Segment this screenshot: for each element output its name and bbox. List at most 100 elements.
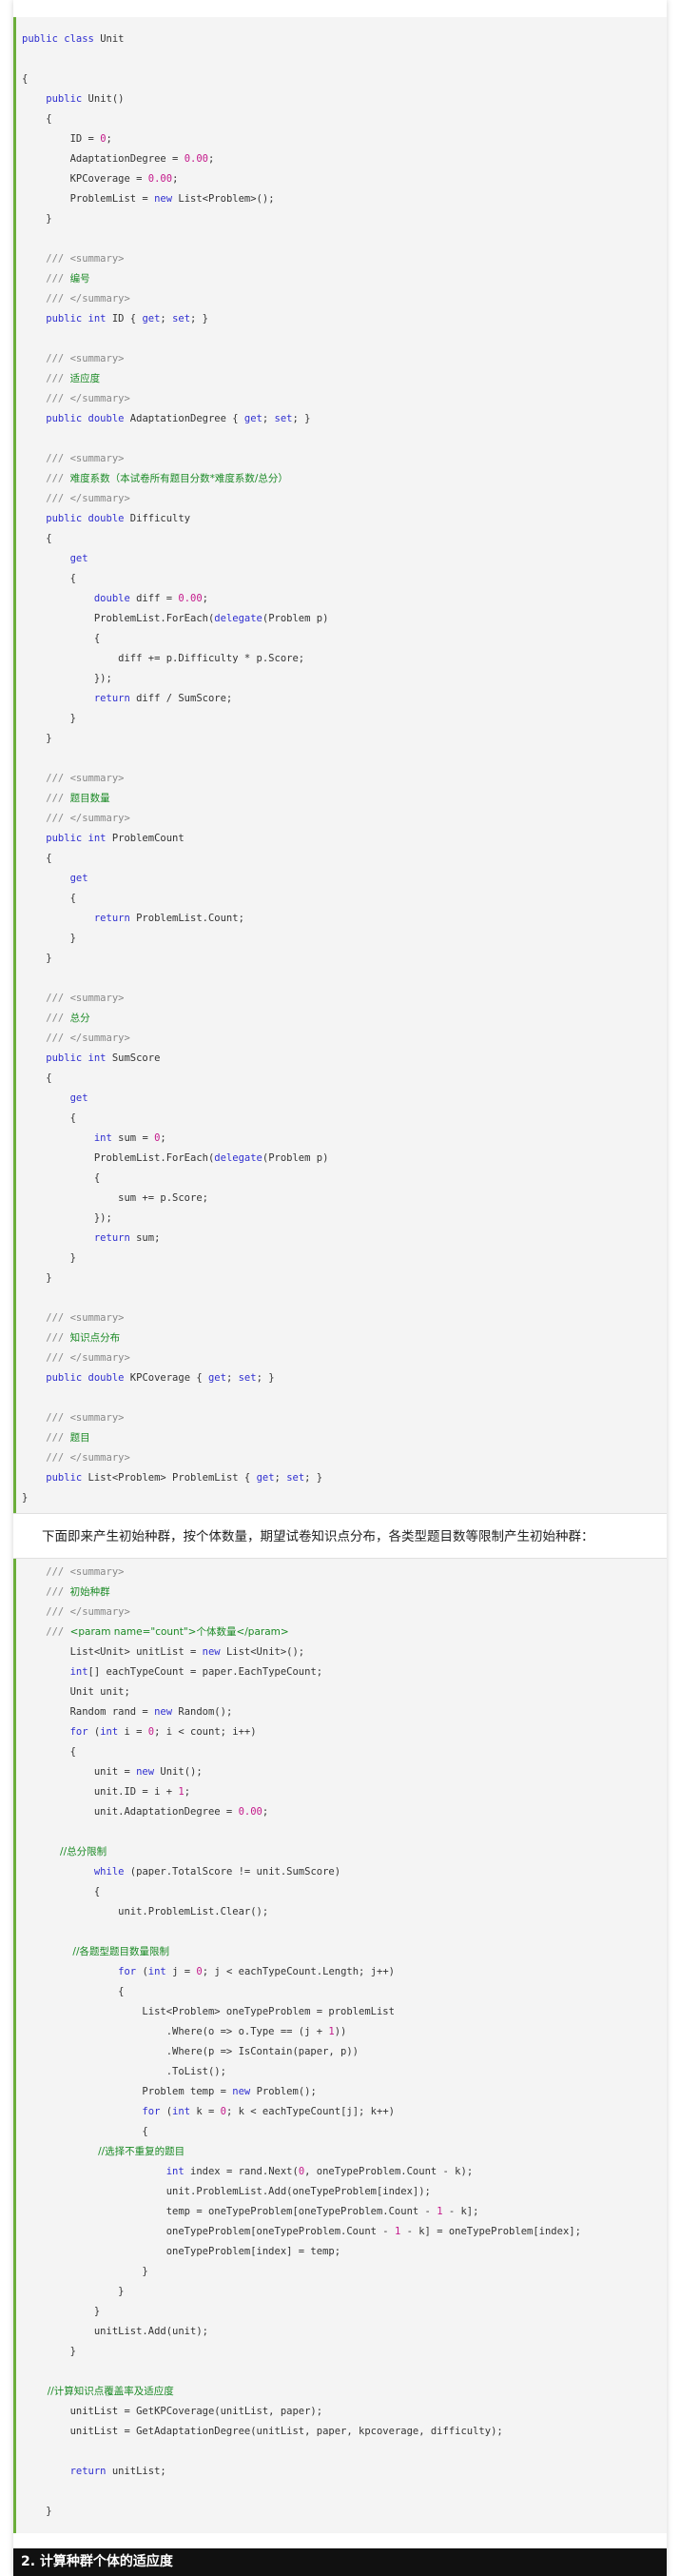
code-token: { — [22, 633, 101, 644]
code-token: <param name="count">个体数量</param> — [69, 1626, 289, 1638]
code-token: List<Problem> oneTypeProblem = problemLi… — [22, 2006, 395, 2017]
code-token: } — [22, 2346, 76, 2357]
code-line: /// </summary> — [22, 809, 130, 829]
code-line: } — [22, 929, 76, 949]
code-token: { — [22, 853, 52, 864]
code-line: public int SumScore — [22, 1049, 160, 1069]
code-token: index = rand.Next( — [190, 2166, 299, 2177]
code-line: sum += p.Score; — [22, 1189, 208, 1209]
code-token: } — [22, 2506, 52, 2517]
code-token: Random(); — [178, 1706, 233, 1718]
code-line: { — [22, 529, 52, 549]
code-line: public double Difficulty — [22, 509, 190, 529]
code-line: ProblemList = new List<Problem>(); — [22, 189, 275, 209]
code-token: /// — [22, 273, 70, 285]
code-token: for — [22, 1966, 143, 1977]
code-line: return diff / SumScore; — [22, 689, 232, 709]
code-line: public class Unit — [22, 29, 124, 49]
code-line: //选择不重复的题目 — [22, 2142, 185, 2162]
code-token: /// <summary> — [22, 1312, 125, 1324]
code-token: /// </summary> — [22, 393, 130, 404]
code-token: public — [22, 93, 88, 105]
code-token: /// </summary> — [22, 1352, 130, 1364]
code-token: ; — [225, 1372, 239, 1384]
code-line: temp = oneTypeProblem[oneTypeProblem.Cou… — [22, 2202, 479, 2222]
code-token: return — [22, 913, 137, 924]
code-token: k = — [196, 2106, 221, 2117]
code-token: new — [202, 1646, 226, 1658]
code-line: /// 适应度 — [22, 369, 100, 389]
code-token: } — [22, 713, 76, 724]
code-token: //选择不重复的题目 — [22, 2146, 185, 2157]
code-token: sum = — [118, 1132, 155, 1144]
code-token: { — [22, 1112, 76, 1124]
code-line: for (int j = 0; j < eachTypeCount.Length… — [22, 1962, 395, 1982]
code-token: /// — [22, 1586, 70, 1598]
code-line: /// 知识点分布 — [22, 1328, 120, 1348]
code-token: unitList = GetAdaptationDegree(unitList,… — [22, 2426, 503, 2437]
code-token: /// </summary> — [22, 1606, 130, 1618]
code-line: unitList = GetAdaptationDegree(unitList,… — [22, 2422, 503, 2442]
code-token: 总分 — [69, 1013, 90, 1024]
code-token: } — [22, 1492, 29, 1504]
code-token: get — [256, 1472, 275, 1484]
code-token: 0.00 — [147, 173, 173, 185]
code-token: )) — [334, 2026, 347, 2037]
code-line: /// <summary> — [22, 989, 124, 1009]
code-token: List<Unit>(); — [225, 1646, 305, 1658]
code-token: AdaptationDegree { — [129, 413, 244, 424]
code-token: j = — [172, 1966, 197, 1977]
code-token: new — [154, 1706, 179, 1718]
code-token: ; — [160, 1132, 166, 1144]
code-line: /// 题目数量 — [22, 789, 109, 809]
code-line: Random rand = new Random(); — [22, 1702, 233, 1722]
code-line: }); — [22, 1209, 112, 1229]
code-token: set — [286, 1472, 305, 1484]
code-token: diff = — [136, 593, 179, 604]
code-token: { — [22, 1172, 101, 1184]
code-token: unitList.Add(unit); — [22, 2326, 208, 2337]
code-line: /// 总分 — [22, 1009, 90, 1029]
code-line: { — [22, 1069, 51, 1089]
code-token: ; — [184, 1786, 191, 1798]
code-token: List<Problem>(); — [178, 193, 275, 205]
code-token: for — [22, 1726, 94, 1738]
code-token: sum += p.Score; — [22, 1192, 208, 1204]
code-line: unit.ProblemList.Add(oneTypeProblem[inde… — [22, 2182, 431, 2202]
code-line: AdaptationDegree = 0.00; — [22, 149, 215, 169]
code-line: unitList.Add(unit); — [22, 2322, 208, 2342]
code-token: Unit(); — [160, 1766, 203, 1778]
code-token: Difficulty — [129, 513, 191, 524]
code-token: temp = oneTypeProblem[oneTypeProblem.Cou… — [22, 2206, 437, 2217]
code-line: ID = 0; — [22, 129, 112, 149]
code-line: { — [22, 1882, 100, 1902]
code-token: ProblemCount — [111, 833, 185, 844]
code-token: List<Problem> ProblemList { — [87, 1472, 257, 1484]
code-token: /// — [22, 1013, 70, 1024]
code-token: { — [22, 533, 52, 544]
code-line: /// <param name="count">个体数量</param> — [22, 1622, 289, 1642]
code-line: } — [22, 209, 51, 229]
code-line: for (int k = 0; k < eachTypeCount[j]; k+… — [22, 2102, 395, 2122]
code-line: { — [22, 1982, 124, 2002]
code-token: diff / SumScore; — [136, 693, 233, 704]
code-line: { — [22, 629, 100, 649]
code-token: delegate — [214, 613, 262, 624]
code-token: public double — [22, 513, 130, 524]
code-token: /// <summary> — [22, 993, 125, 1004]
code-line: int sum = 0; — [22, 1129, 166, 1149]
code-token: ; } — [190, 313, 208, 324]
code-token: } — [22, 733, 52, 744]
code-line: get — [22, 869, 88, 889]
code-token: /// </summary> — [22, 1032, 130, 1044]
code-token: .Where(o => o.Type == (j + — [22, 2026, 329, 2037]
code-line: List<Unit> unitList = new List<Unit>(); — [22, 1642, 305, 1662]
code-token: ProblemList.ForEach( — [22, 613, 215, 624]
code-line: /// <summary> — [22, 1563, 124, 1583]
code-line: { — [22, 569, 76, 589]
code-token: /// <summary> — [22, 253, 125, 265]
code-token: } — [22, 933, 76, 944]
code-token: SumScore — [111, 1052, 161, 1064]
code-token: 0.00 — [178, 593, 203, 604]
code-line: KPCoverage = 0.00; — [22, 169, 179, 189]
